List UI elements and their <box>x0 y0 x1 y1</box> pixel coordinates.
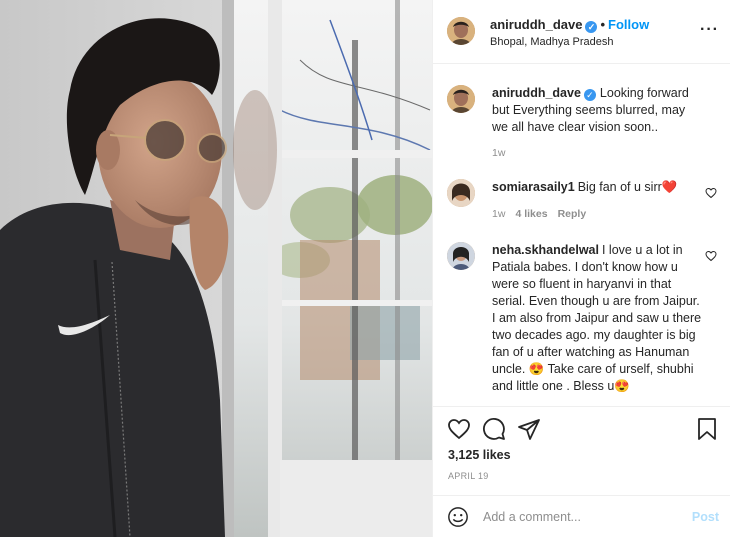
post-actions: 3,125 likes APRIL 19 Post <box>433 406 730 537</box>
comments-list[interactable]: aniruddh_dave ✓ Looking forward but Everyt… <box>433 65 730 406</box>
post-photo[interactable] <box>0 0 432 537</box>
comment-reply-button[interactable]: Reply <box>558 208 587 220</box>
commenter-avatar-image <box>447 242 475 270</box>
caption-meta: 1w <box>492 147 515 159</box>
caption: aniruddh_dave ✓ Looking forward but Everyt… <box>447 85 717 165</box>
author-avatar-image <box>447 17 475 45</box>
commenter-avatar[interactable] <box>447 242 475 270</box>
comment-bubble-icon[interactable] <box>482 417 506 441</box>
follow-button[interactable]: Follow <box>608 17 649 32</box>
post-comment-button[interactable]: Post <box>692 510 719 524</box>
add-comment-bar: Post <box>433 495 730 537</box>
likes-count[interactable]: 3,125 likes <box>448 448 511 462</box>
comment-text: I love u a lot in Patiala babes. I don't… <box>492 243 702 393</box>
post-photo-image <box>0 0 432 537</box>
save-bookmark-icon[interactable] <box>695 417 719 441</box>
post-date[interactable]: APRIL 19 <box>448 471 489 481</box>
follow-separator: • <box>600 17 606 32</box>
verified-badge-icon: ✓ <box>583 89 596 101</box>
caption-avatar-image <box>447 85 475 113</box>
post-location[interactable]: Bhopal, Madhya Pradesh <box>490 36 614 48</box>
share-paper-plane-icon[interactable] <box>517 417 541 441</box>
comment-username[interactable]: neha.skhandelwal <box>492 243 599 257</box>
comment-time[interactable]: 1w <box>492 208 505 220</box>
author-line: aniruddh_dave ✓ • Follow <box>490 17 649 33</box>
comment-like-heart-icon[interactable] <box>705 250 717 262</box>
caption-body: aniruddh_dave ✓ Looking forward but Everyt… <box>492 85 702 136</box>
comment-item: somiarasaily1 Big fan of u sirr❤️ 1w 4 lik… <box>447 179 717 229</box>
verified-badge-icon: ✓ <box>585 21 598 33</box>
post-header: aniruddh_dave ✓ • Follow Bhopal, Madhya Pra… <box>433 0 730 64</box>
comment-body: neha.skhandelwal I love u a lot in Patial… <box>492 242 702 395</box>
comment-text: Big fan of u sirr❤️ <box>577 180 678 194</box>
instagram-post: aniruddh_dave ✓ • Follow Bhopal, Madhya Pra… <box>0 0 730 537</box>
comment-item: neha.skhandelwal I love u a lot in Patial… <box>447 242 717 406</box>
comment-username[interactable]: somiarasaily1 <box>492 180 575 194</box>
more-options-icon[interactable]: ··· <box>700 22 719 38</box>
comment-likes[interactable]: 4 likes <box>515 208 547 220</box>
author-avatar[interactable] <box>447 17 475 45</box>
commenter-avatar[interactable] <box>447 179 475 207</box>
caption-avatar[interactable] <box>447 85 475 113</box>
add-comment-input[interactable] <box>483 505 683 529</box>
post-details-panel: aniruddh_dave ✓ • Follow Bhopal, Madhya Pra… <box>432 0 730 537</box>
author-username[interactable]: aniruddh_dave <box>490 17 582 32</box>
caption-time[interactable]: 1w <box>492 147 505 159</box>
comment-meta: 1w 4 likes Reply <box>492 208 596 220</box>
like-heart-icon[interactable] <box>447 417 471 441</box>
emoji-smiley-icon[interactable] <box>447 506 469 528</box>
comment-like-heart-icon[interactable] <box>705 187 717 199</box>
caption-username[interactable]: aniruddh_dave <box>492 86 581 100</box>
comment-body: somiarasaily1 Big fan of u sirr❤️ <box>492 179 702 196</box>
commenter-avatar-image <box>447 179 475 207</box>
